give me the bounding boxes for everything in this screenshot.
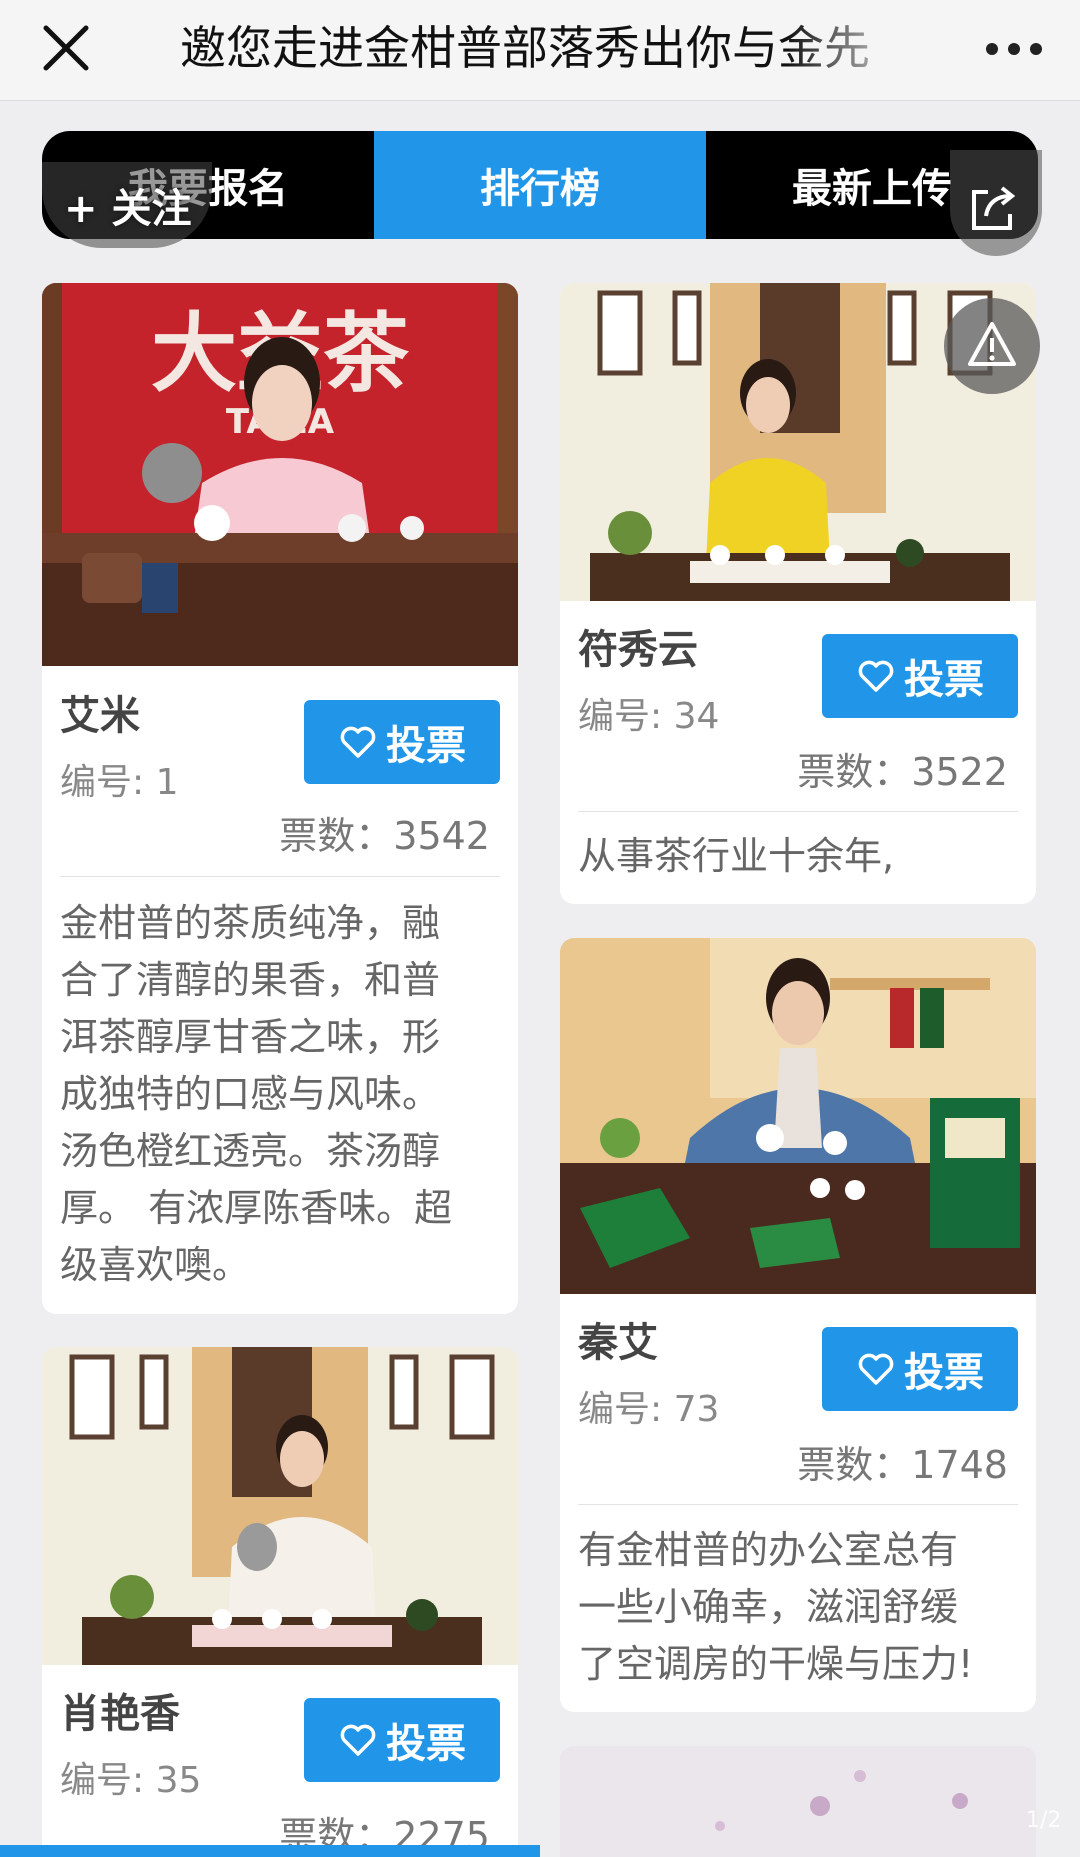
divider bbox=[60, 876, 500, 877]
candidate-card[interactable]: 秦艾 编号: 73 投票 票数：1748 有金柑普的办公室总有 一些小确幸，滋润… bbox=[560, 938, 1036, 1712]
candidate-description: 从事茶行业十余年, bbox=[578, 828, 1010, 885]
heart-icon bbox=[858, 1353, 894, 1385]
page-indicator: 1/2 bbox=[1026, 1808, 1062, 1833]
divider bbox=[578, 1504, 1018, 1505]
tab-ranking[interactable]: 排行榜 bbox=[374, 131, 706, 239]
desc-line: 一些小确幸，滋润舒缓 bbox=[578, 1585, 959, 1629]
candidate-photo bbox=[42, 1347, 518, 1665]
desc-line: 成独特的口感与风味。 bbox=[60, 1072, 441, 1116]
vote-button[interactable]: 投票 bbox=[822, 634, 1018, 718]
desc-line: 从事茶行业十余年, bbox=[578, 834, 895, 878]
desc-line: 了空调房的干燥与压力! bbox=[578, 1642, 974, 1686]
candidate-name: 艾米 bbox=[60, 693, 140, 739]
desc-line: 合了清醇的果香，和普 bbox=[60, 958, 441, 1002]
desc-line: 汤色橙红透亮。茶汤醇 bbox=[60, 1129, 441, 1173]
share-icon[interactable] bbox=[966, 180, 1022, 236]
page-title: 邀您走进金柑普部落秀出你与金先 bbox=[180, 21, 870, 75]
vote-button[interactable]: 投票 bbox=[304, 700, 500, 784]
candidate-number: 编号: 1 bbox=[60, 762, 179, 803]
candidate-number: 编号: 34 bbox=[578, 696, 720, 737]
candidate-number: 编号: 35 bbox=[60, 1760, 202, 1801]
vote-label: 投票 bbox=[386, 1721, 466, 1767]
candidate-name: 肖艳香 bbox=[60, 1691, 180, 1737]
candidate-card[interactable]: 大益茶 TA EA 艾米 编号: 1 投票 票数：3542 金柑普的茶质纯净，融… bbox=[42, 283, 518, 1314]
vote-label: 投票 bbox=[904, 1350, 984, 1396]
heart-icon bbox=[340, 726, 376, 758]
vote-count: 票数：3542 bbox=[279, 814, 490, 858]
follow-button[interactable]: + 关注 bbox=[64, 176, 191, 234]
more-icon[interactable] bbox=[984, 34, 1044, 64]
candidate-name: 秦艾 bbox=[578, 1320, 658, 1366]
desc-line: 级喜欢噢。 bbox=[60, 1243, 251, 1287]
candidate-name: 符秀云 bbox=[578, 627, 698, 673]
desc-line: 金柑普的茶质纯净，融 bbox=[60, 901, 441, 945]
vote-label: 投票 bbox=[904, 657, 984, 703]
vote-button[interactable]: 投票 bbox=[822, 1327, 1018, 1411]
candidate-description: 金柑普的茶质纯净，融 合了清醇的果香，和普 洱茶醇厚甘香之味，形 成独特的口感与… bbox=[60, 895, 492, 1294]
candidate-photo bbox=[560, 1746, 1036, 1857]
candidate-description: 有金柑普的办公室总有 一些小确幸，滋润舒缓 了空调房的干燥与压力! bbox=[578, 1522, 1010, 1693]
heart-icon bbox=[340, 1724, 376, 1756]
vote-button[interactable]: 投票 bbox=[304, 1698, 500, 1782]
top-bar: 邀您走进金柑普部落秀出你与金先 bbox=[0, 0, 1080, 101]
candidate-card[interactable] bbox=[560, 1746, 1036, 1857]
heart-icon bbox=[858, 660, 894, 692]
desc-line: 有金柑普的办公室总有 bbox=[578, 1528, 959, 1572]
candidate-number: 编号: 73 bbox=[578, 1389, 720, 1430]
candidate-photo bbox=[560, 938, 1036, 1294]
candidate-card[interactable]: 肖艳香 编号: 35 投票 票数：2275 bbox=[42, 1347, 518, 1857]
candidate-photo: 大益茶 TA EA bbox=[42, 283, 518, 666]
divider bbox=[578, 811, 1018, 812]
vote-count: 票数：1748 bbox=[797, 1443, 1008, 1487]
scroll-progress-bar bbox=[0, 1845, 540, 1857]
vote-count: 票数：3522 bbox=[797, 750, 1008, 794]
close-icon[interactable] bbox=[38, 20, 94, 76]
desc-line: 洱茶醇厚甘香之味，形 bbox=[60, 1015, 441, 1059]
desc-line: 厚。 有浓厚陈香味。超 bbox=[60, 1186, 453, 1230]
vote-label: 投票 bbox=[386, 723, 466, 769]
warning-icon[interactable] bbox=[966, 318, 1018, 370]
